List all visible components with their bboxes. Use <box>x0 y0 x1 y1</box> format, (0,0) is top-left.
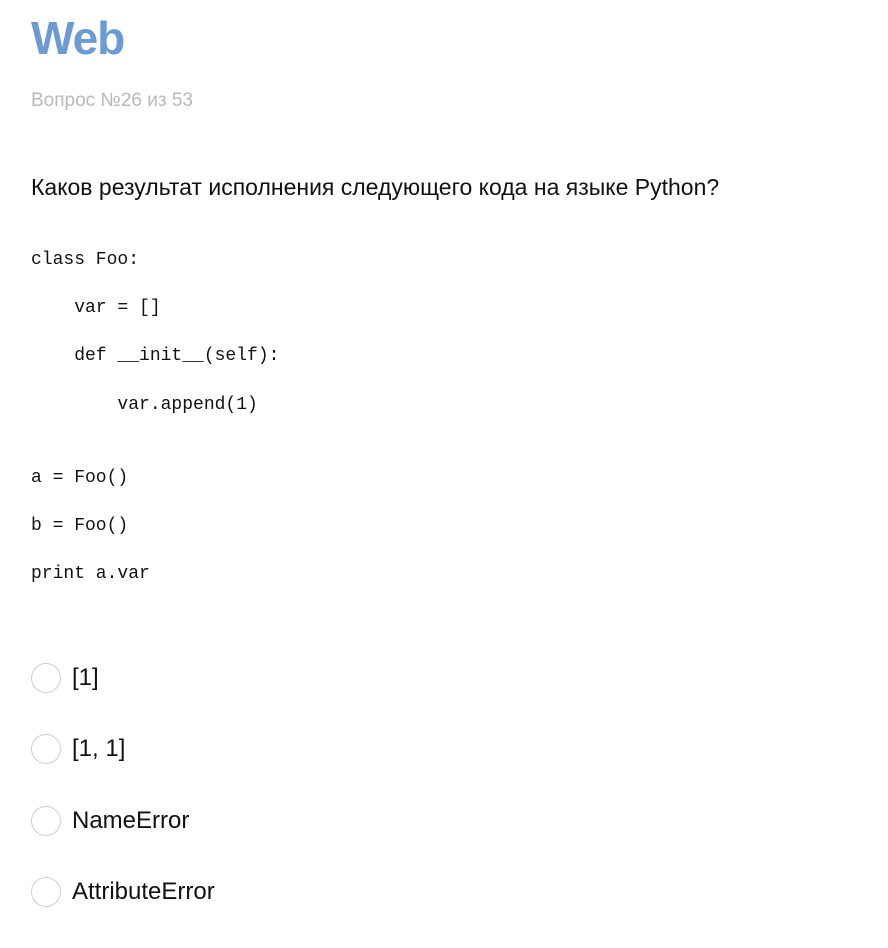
answer-option[interactable]: NameError <box>31 803 189 839</box>
code-line: class Foo: <box>31 250 140 270</box>
answer-option[interactable]: [1] <box>31 660 99 696</box>
code-line: b = Foo() <box>31 516 129 536</box>
radio-button[interactable] <box>31 806 61 836</box>
code-line: var.append(1) <box>31 395 258 415</box>
code-line: var = [] <box>31 298 161 318</box>
code-line: print a.var <box>31 564 150 584</box>
code-line: def __init__(self): <box>31 346 280 366</box>
code-block: class Foo: var = [] def __init__(self): … <box>31 0 831 600</box>
radio-button[interactable] <box>31 734 61 764</box>
answer-label: [1] <box>72 664 99 691</box>
answer-label: AttributeError <box>72 878 215 905</box>
answer-option[interactable]: AttributeError <box>31 874 215 910</box>
answer-option[interactable]: [1, 1] <box>31 731 125 767</box>
radio-button[interactable] <box>31 663 61 693</box>
code-line: a = Foo() <box>31 468 129 488</box>
answer-label: [1, 1] <box>72 735 126 762</box>
radio-button[interactable] <box>31 877 61 907</box>
answer-label: NameError <box>72 807 190 834</box>
